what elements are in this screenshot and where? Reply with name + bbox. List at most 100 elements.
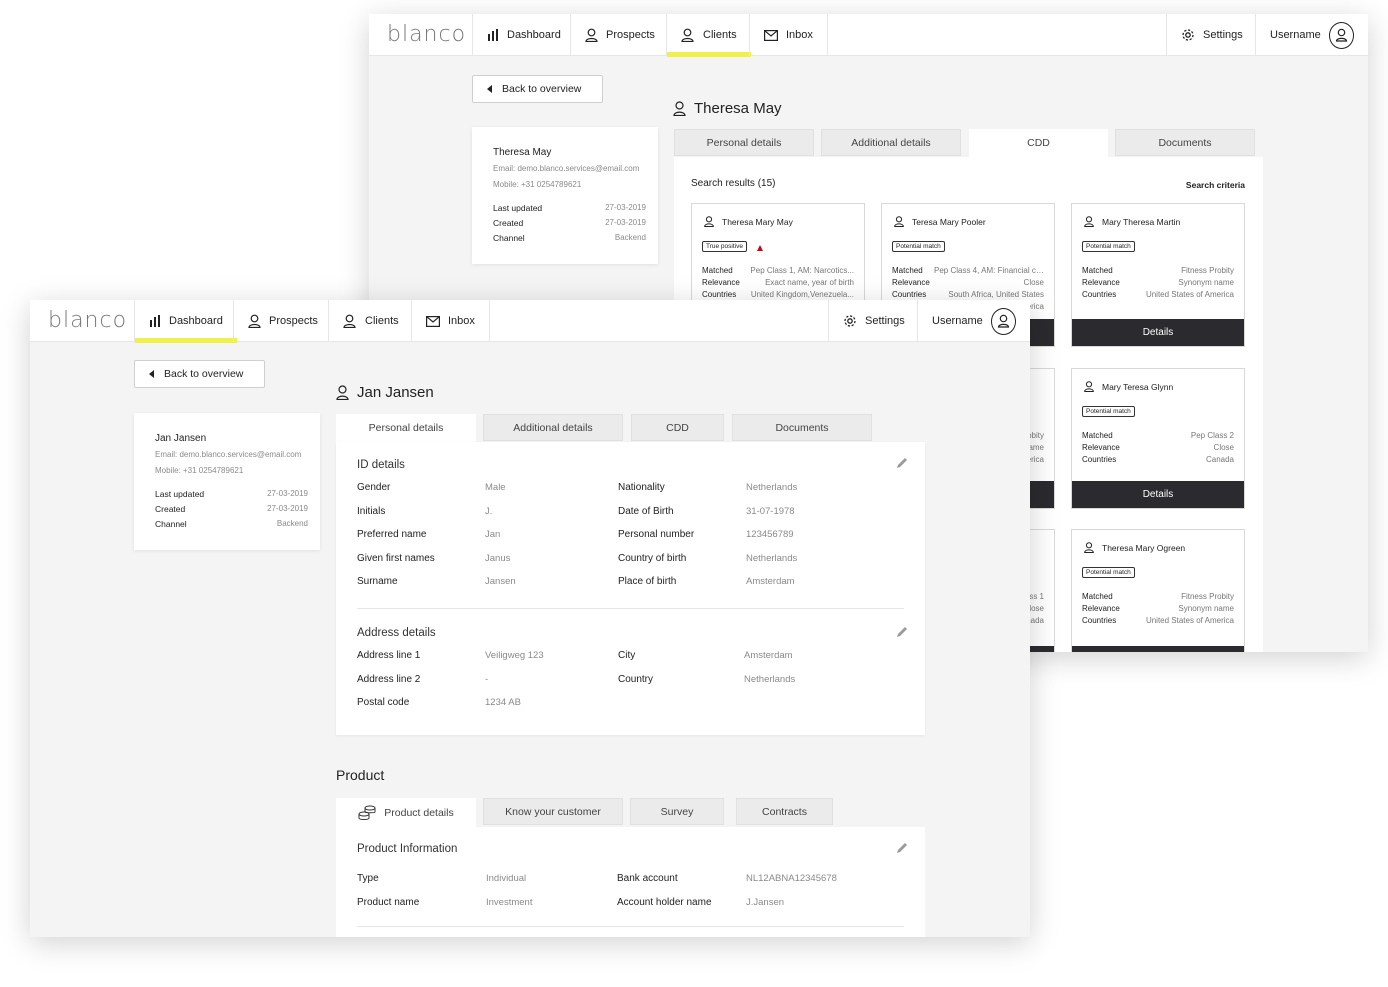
details-button[interactable] <box>1072 646 1244 652</box>
tab-survey[interactable]: Survey <box>630 798 724 825</box>
nav-settings[interactable]: Settings <box>1166 14 1257 56</box>
username-label: Username <box>1270 29 1321 41</box>
card-name: Mary Theresa Martin <box>1102 216 1181 227</box>
details-button[interactable]: Details <box>1072 319 1244 346</box>
product-panel: Product Information Type Individual Prod… <box>336 827 925 937</box>
last-updated-label: Last updated <box>155 489 205 499</box>
nav-clients[interactable]: Clients <box>666 14 751 57</box>
result-card[interactable]: Theresa Mary May True positive Matched Pe… <box>691 203 865 313</box>
back-to-overview-button[interactable]: Back to overview <box>134 360 265 388</box>
details-button[interactable]: Details <box>1072 481 1244 508</box>
tab-product-details[interactable]: Product details <box>336 798 476 827</box>
countries-value: South Africa, United States <box>948 290 1044 299</box>
place-of-birth-label: Place of birth <box>618 576 677 587</box>
nav-dashboard[interactable]: Dashboard <box>134 300 237 343</box>
given-names-label: Given first names <box>357 553 435 564</box>
last-updated-value: 27-03-2019 <box>605 203 646 212</box>
nav-inbox-label: Inbox <box>786 29 813 41</box>
pencil-icon[interactable] <box>895 625 909 639</box>
top-nav: blanco Dashboard Prospects Clients Inbox… <box>369 14 1368 57</box>
tab-contracts[interactable]: Contracts <box>736 798 833 825</box>
last-updated-value: 27-03-2019 <box>267 489 308 498</box>
product-information-title: Product Information <box>357 843 458 855</box>
result-card[interactable]: Mary Theresa Martin Potential match Matc… <box>1071 203 1245 347</box>
channel-label: Channel <box>155 519 187 529</box>
countries-label: Countries <box>892 290 927 299</box>
tab-label: Know your customer <box>505 805 601 818</box>
user-check-icon <box>681 28 694 42</box>
status-badge: Potential match <box>1082 406 1135 417</box>
tab-documents[interactable]: Documents <box>1115 129 1255 156</box>
relevance-label: Relevance <box>1082 443 1120 452</box>
relevance-value: ame <box>1028 443 1044 452</box>
relevance-value: lose <box>1029 604 1044 613</box>
tab-personal-details[interactable]: Personal details <box>336 414 476 442</box>
tab-cdd[interactable]: CDD <box>969 129 1108 157</box>
result-card[interactable]: Theresa Mary Ogreen Potential match Matc… <box>1071 529 1245 652</box>
relevance-label: Relevance <box>1082 604 1120 613</box>
country-label: Country <box>618 674 654 685</box>
summary-email: Email: demo.blanco.services@email.com <box>155 450 302 459</box>
coins-icon <box>358 805 376 820</box>
relevance-label: Relevance <box>702 278 740 287</box>
created-label: Created <box>493 218 524 228</box>
tab-label: Survey <box>660 805 694 818</box>
countries-value: Canada <box>1205 455 1234 464</box>
nav-settings[interactable]: Settings <box>828 300 919 342</box>
status-badge: Potential match <box>1082 567 1135 578</box>
matched-label: Matched <box>1082 431 1113 440</box>
status-badge: True positive <box>702 241 747 252</box>
personal-number-label: Personal number <box>618 529 695 540</box>
personal-details-panel: ID details Gender Male Initials J. Prefe… <box>336 442 925 735</box>
user-icon <box>336 385 349 400</box>
tab-know-your-customer[interactable]: Know your customer <box>483 798 623 825</box>
country-value: Netherlands <box>744 674 796 685</box>
gender-label: Gender <box>357 482 391 493</box>
nationality-label: Nationality <box>618 482 665 493</box>
nav-prospects-label: Prospects <box>606 29 655 41</box>
nav-dashboard-label: Dashboard <box>169 315 223 327</box>
tab-label: Additional details <box>513 421 593 434</box>
date-of-birth-label: Date of Birth <box>618 506 674 517</box>
tab-personal-details[interactable]: Personal details <box>674 129 814 156</box>
card-name: Theresa Mary Ogreen <box>1102 542 1186 553</box>
search-criteria-link[interactable]: Search criteria <box>1186 180 1245 190</box>
pencil-icon[interactable] <box>895 456 909 470</box>
nav-inbox[interactable]: Inbox <box>411 300 490 342</box>
address-line-1-label: Address line 1 <box>357 650 421 661</box>
nav-prospects[interactable]: Prospects <box>233 300 332 342</box>
countries-label: Countries <box>1082 455 1117 464</box>
logo: blanco <box>48 308 128 333</box>
user-menu[interactable]: Username <box>917 300 1030 342</box>
nav-prospects[interactable]: Prospects <box>570 14 669 56</box>
pencil-icon[interactable] <box>895 841 909 855</box>
user-icon <box>673 101 686 116</box>
gear-icon <box>1182 29 1194 41</box>
alert-triangle-icon <box>757 245 763 251</box>
user-menu[interactable]: Username <box>1255 14 1368 56</box>
nav-clients[interactable]: Clients <box>328 300 413 342</box>
tab-label: CDD <box>1027 137 1050 149</box>
tab-documents[interactable]: Documents <box>732 414 872 441</box>
countries-label: Countries <box>1082 616 1117 625</box>
gear-icon <box>844 315 856 327</box>
nav-inbox[interactable]: Inbox <box>749 14 828 56</box>
tab-additional-details[interactable]: Additional details <box>483 414 623 441</box>
nav-dashboard[interactable]: Dashboard <box>472 14 575 56</box>
caret-left-icon <box>149 370 154 378</box>
tab-additional-details[interactable]: Additional details <box>821 129 961 156</box>
user-icon <box>894 216 904 227</box>
relevance-value: Exact name, year of birth <box>765 278 854 287</box>
avatar <box>1328 21 1354 49</box>
tab-label: Contracts <box>762 805 807 818</box>
bar-chart-icon <box>488 29 498 41</box>
client-summary-card: Theresa May Email: demo.blanco.services@… <box>472 127 658 264</box>
address-line-2-label: Address line 2 <box>357 674 421 685</box>
result-card[interactable]: Mary Teresa Glynn Potential match Matche… <box>1071 368 1245 509</box>
user-check-icon <box>343 314 356 328</box>
tab-label: Personal details <box>706 136 782 149</box>
tab-cdd[interactable]: CDD <box>631 414 724 441</box>
summary-name: Theresa May <box>493 147 552 158</box>
user-icon <box>585 28 598 42</box>
back-to-overview-button[interactable]: Back to overview <box>472 75 603 103</box>
